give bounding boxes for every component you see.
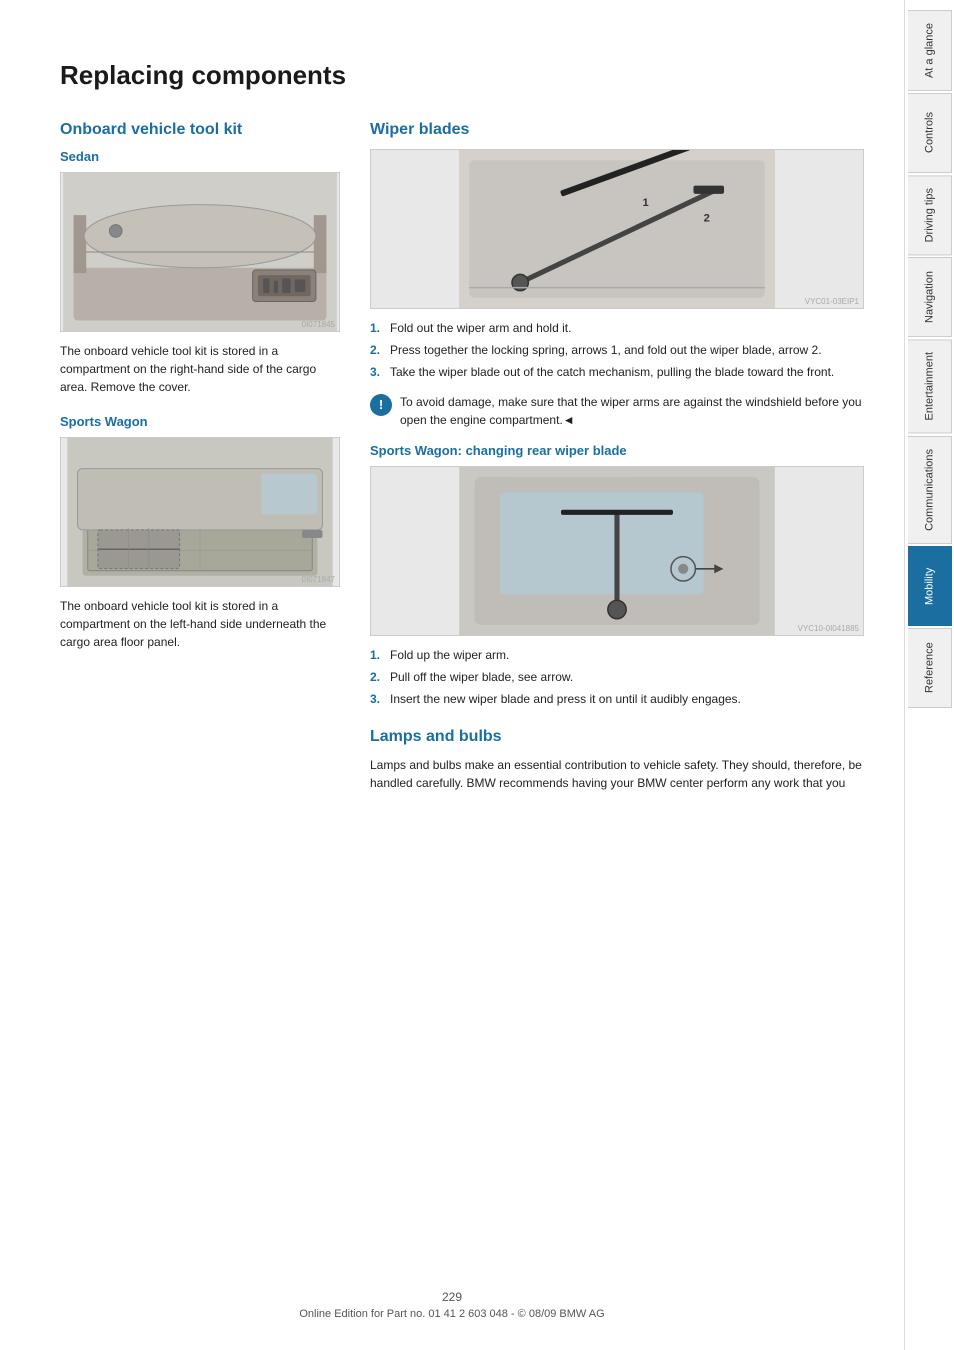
wiper-steps-list: 1. Fold out the wiper arm and hold it. 2… [370, 319, 864, 381]
svg-text:2: 2 [704, 212, 710, 224]
sedan-image: 0I071845 [60, 172, 340, 332]
lamps-body-text: Lamps and bulbs make an essential contri… [370, 756, 864, 792]
sidebar-tab-communications[interactable]: Communications [908, 436, 952, 544]
sidebar-tab-entertainment[interactable]: Entertainment [908, 339, 952, 433]
rear-wiper-heading: Sports Wagon: changing rear wiper blade [370, 443, 864, 458]
sedan-label: Sedan [60, 149, 340, 164]
page-footer: 229 Online Edition for Part no. 01 41 2 … [0, 1290, 904, 1320]
rear-wiper-step-2: 2. Pull off the wiper blade, see arrow. [370, 668, 864, 686]
wiper-image: 1 2 VYC01-03EIP1 [370, 149, 864, 309]
wagon-image-code: 0I071847 [302, 575, 335, 584]
svg-text:1: 1 [642, 197, 648, 209]
sports-wagon-label: Sports Wagon [60, 414, 340, 429]
lamps-and-bulbs-section: Lamps and bulbs Lamps and bulbs make an … [370, 728, 864, 792]
warning-icon: ! [370, 394, 392, 416]
rear-wiper-image-code: VYC10-0I041885 [798, 624, 859, 633]
rear-wiper-step-1: 1. Fold up the wiper arm. [370, 646, 864, 664]
wiper-step-1: 1. Fold out the wiper arm and hold it. [370, 319, 864, 337]
onboard-tool-kit-heading: Onboard vehicle tool kit [60, 121, 340, 139]
wiper-step-3: 3. Take the wiper blade out of the catch… [370, 363, 864, 381]
wiper-image-code: VYC01-03EIP1 [805, 297, 859, 306]
sidebar-tab-controls[interactable]: Controls [908, 93, 952, 173]
sidebar-tab-mobility[interactable]: Mobility [908, 546, 952, 626]
wagon-image: 0I071847 [60, 437, 340, 587]
wiper-step-2: 2. Press together the locking spring, ar… [370, 341, 864, 359]
sidebar-tab-driving-tips[interactable]: Driving tips [908, 175, 952, 255]
left-column: Onboard vehicle tool kit Sedan [60, 121, 340, 810]
page-title: Replacing components [60, 60, 864, 91]
rear-wiper-steps-list: 1. Fold up the wiper arm. 2. Pull off th… [370, 646, 864, 708]
lamps-and-bulbs-heading: Lamps and bulbs [370, 728, 864, 746]
sidebar-tab-reference[interactable]: Reference [908, 628, 952, 708]
wiper-warning: ! To avoid damage, make sure that the wi… [370, 393, 864, 429]
wiper-blades-heading: Wiper blades [370, 121, 864, 139]
sedan-body-text: The onboard vehicle tool kit is stored i… [60, 342, 340, 396]
footer-text: Online Edition for Part no. 01 41 2 603 … [299, 1308, 604, 1320]
rear-wiper-step-3: 3. Insert the new wiper blade and press … [370, 690, 864, 708]
wagon-body-text: The onboard vehicle tool kit is stored i… [60, 597, 340, 651]
right-column: Wiper blades 1 2 [370, 121, 864, 810]
sedan-image-code: 0I071845 [302, 320, 335, 329]
rear-wiper-image: VYC10-0I041885 [370, 466, 864, 636]
page-number: 229 [0, 1290, 904, 1304]
main-content: Replacing components Onboard vehicle too… [0, 0, 904, 1350]
sidebar-tab-at-a-glance[interactable]: At a glance [908, 10, 952, 91]
sidebar-nav: At a glance Controls Driving tips Naviga… [904, 0, 954, 1350]
sidebar-tab-navigation[interactable]: Navigation [908, 257, 952, 337]
